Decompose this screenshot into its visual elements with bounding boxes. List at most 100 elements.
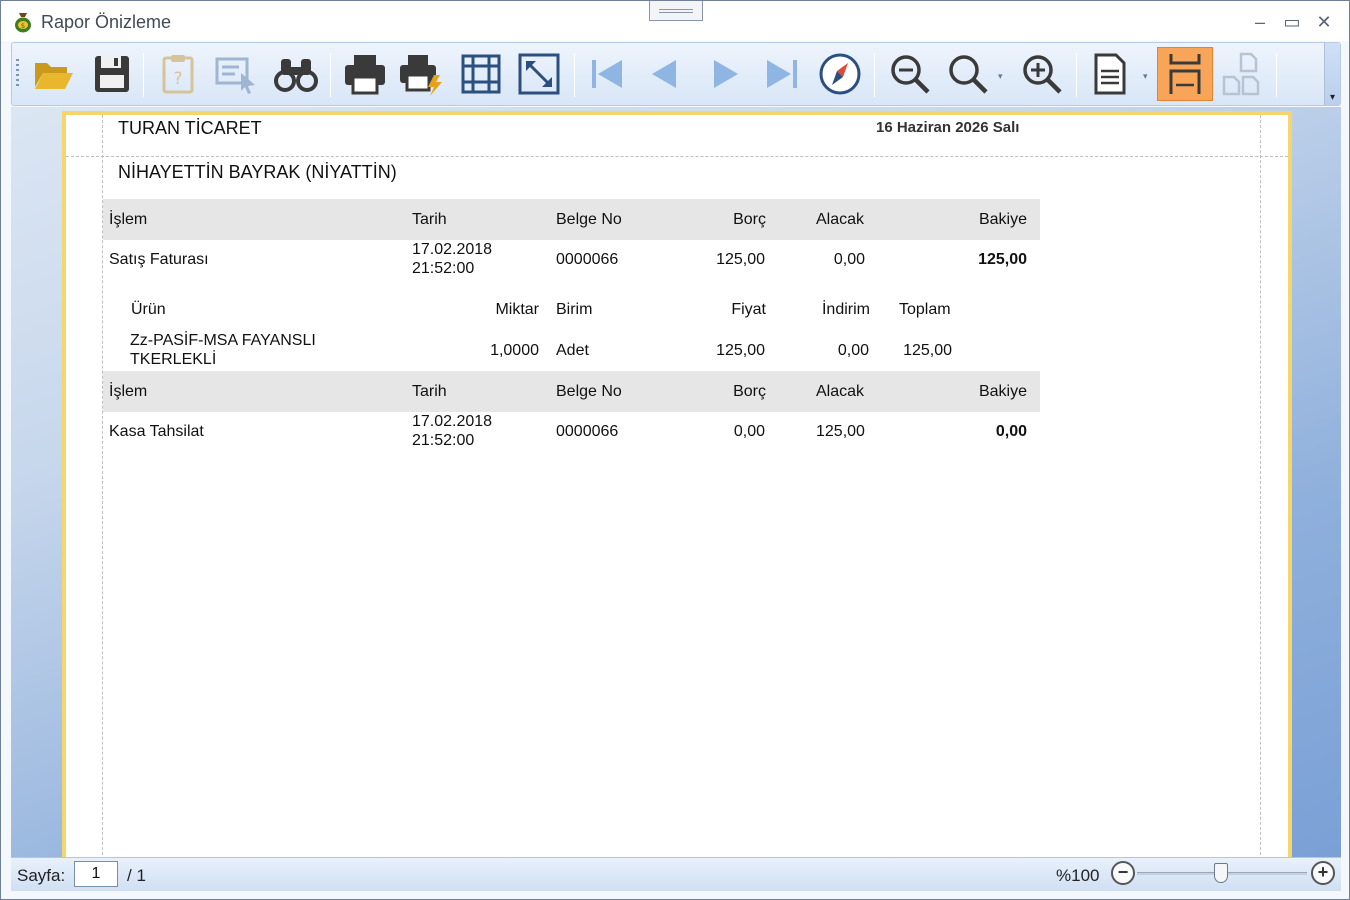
header-belge-no: Belge No (556, 383, 622, 400)
report-preview-window: $ Rapor Önizleme – ▭ ✕ ? ▾ ▾ ▾ TURAN TİC… (0, 0, 1350, 900)
quick-print-button[interactable] (395, 47, 447, 101)
row-belge-no: 0000066 (556, 423, 619, 440)
multi-page-button[interactable] (1216, 47, 1268, 101)
drag-handle[interactable] (649, 1, 703, 21)
save-button[interactable] (86, 47, 138, 101)
header-islem: İşlem (109, 383, 148, 400)
zoom-out-button[interactable] (884, 47, 936, 101)
minimize-button[interactable]: – (1249, 11, 1271, 33)
zoom-plus-button[interactable]: + (1311, 861, 1335, 885)
parameters-button[interactable]: ? (152, 47, 204, 101)
toolbar-overflow-button[interactable]: ▾ (1324, 43, 1340, 105)
toolbar: ? ▾ ▾ ▾ (11, 42, 1341, 106)
multi-page-view-icon (1222, 52, 1260, 96)
printer-icon (345, 55, 385, 95)
toolbar-separator (330, 53, 331, 97)
svg-text:$: $ (21, 22, 25, 30)
status-bar: Sayfa: / 1 %100 − + (11, 857, 1341, 891)
zoom-in-button[interactable] (1016, 47, 1068, 101)
header-borc: Borç (733, 211, 766, 228)
product-birim: Adet (556, 342, 589, 359)
row-tarih-time: 21:52:00 (412, 432, 475, 449)
header-islem: İşlem (109, 211, 148, 228)
product-name-line2: TKERLEKLİ (130, 351, 217, 368)
zoom-out-icon (891, 55, 930, 94)
toolbar-separator (874, 53, 875, 97)
page-setup-button[interactable] (1084, 47, 1136, 101)
compass-icon (819, 53, 861, 95)
header-indirim: İndirim (821, 301, 870, 318)
margins-grid-icon (461, 54, 501, 94)
open-button[interactable] (28, 47, 80, 101)
zoom-slider-thumb[interactable] (1214, 863, 1228, 883)
toolbar-separator (143, 53, 144, 97)
quick-print-icon (400, 55, 442, 96)
print-button[interactable] (339, 47, 391, 101)
last-page-button[interactable] (756, 47, 808, 101)
single-page-view-icon (1169, 54, 1201, 94)
customer-name: NİHAYETTİN BAYRAK (NİYATTİN) (118, 162, 397, 182)
toolbar-grip[interactable] (16, 59, 19, 89)
header-belge-no: Belge No (556, 211, 622, 228)
binoculars-icon (274, 59, 318, 92)
header-bakiye: Bakiye (978, 383, 1027, 400)
title-bar: $ Rapor Önizleme – ▭ ✕ (1, 1, 1349, 41)
previous-page-button[interactable] (639, 47, 691, 101)
find-button[interactable] (270, 47, 322, 101)
report-date: 16 Haziran 2026 Salı (876, 119, 1020, 136)
page-number-input[interactable] (74, 861, 118, 887)
single-page-button[interactable] (1157, 47, 1213, 101)
close-button[interactable]: ✕ (1313, 11, 1335, 33)
header-alacak: Alacak (816, 383, 865, 400)
header-tarih: Tarih (412, 211, 447, 228)
window-title: Rapor Önizleme (41, 12, 172, 32)
margin-guide-top (66, 156, 1288, 157)
fit-page-button[interactable] (513, 47, 565, 101)
toolbar-separator (1076, 53, 1077, 97)
document-icon (1094, 53, 1126, 95)
zoom-level: %100 (1056, 866, 1100, 885)
row-alacak: 125,00 (816, 423, 865, 440)
money-bag-icon: $ (15, 13, 31, 33)
zoom-button[interactable] (942, 47, 994, 101)
select-button[interactable] (210, 47, 262, 101)
maximize-button[interactable]: ▭ (1281, 11, 1303, 33)
header-borc: Borç (733, 383, 766, 400)
row-borc: 125,00 (716, 251, 765, 268)
row-alacak: 0,00 (833, 251, 865, 268)
header-miktar: Miktar (495, 301, 539, 318)
company-name: TURAN TİCARET (118, 118, 262, 138)
row-bakiye: 125,00 (978, 251, 1027, 268)
zoom-dropdown-arrow[interactable]: ▾ (998, 71, 1003, 82)
row-tarih-date: 17.02.2018 (412, 241, 493, 258)
margin-guide-right (1260, 115, 1261, 857)
row-islem: Satış Faturası (109, 251, 209, 268)
header-alacak: Alacak (816, 211, 865, 228)
next-page-button[interactable] (699, 47, 751, 101)
header-bakiye: Bakiye (978, 211, 1027, 228)
zoom-minus-button[interactable]: − (1111, 861, 1135, 885)
page-setup-dropdown-arrow[interactable]: ▾ (1143, 71, 1148, 82)
row-borc: 0,00 (733, 423, 765, 440)
navigation-button[interactable] (814, 47, 866, 101)
row-tarih-date: 17.02.2018 (412, 413, 493, 430)
toolbar-separator (574, 53, 575, 97)
row-belge-no: 0000066 (556, 251, 619, 268)
zoom-in-icon (1023, 55, 1062, 94)
toolbar-separator (1276, 53, 1277, 97)
margins-button[interactable] (455, 47, 507, 101)
clipboard-question-icon: ? (162, 55, 194, 94)
page-total: / 1 (127, 866, 146, 885)
first-page-button[interactable] (581, 47, 633, 101)
product-name-line1: Zz-PASİF-MSA FAYANSLI (130, 332, 316, 349)
preview-area[interactable]: TURAN TİCARET 16 Haziran 2026 Salı NİHAY… (11, 107, 1341, 857)
header-tarih: Tarih (412, 383, 447, 400)
row-islem: Kasa Tahsilat (109, 423, 204, 440)
row-tarih-time: 21:52:00 (412, 260, 475, 277)
first-page-icon (592, 60, 622, 88)
open-folder-icon (35, 63, 73, 89)
save-icon (95, 56, 129, 92)
expand-arrows-icon (518, 53, 560, 95)
magnifier-icon (949, 55, 988, 94)
product-toplam: 125,00 (903, 342, 952, 359)
